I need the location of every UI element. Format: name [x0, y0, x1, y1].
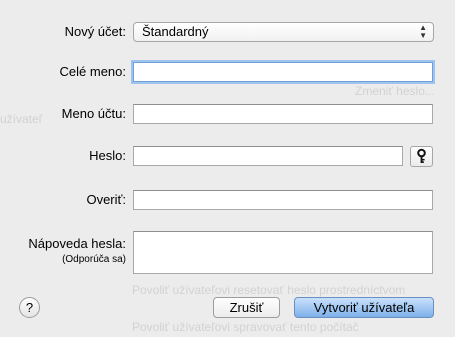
password-hint-sublabel: (Odporúča sa) — [62, 254, 126, 265]
password-hint-field[interactable] — [133, 231, 433, 274]
help-button[interactable]: ? — [19, 297, 40, 318]
create-user-button[interactable]: Vytvoriť užívateľa — [294, 297, 434, 318]
account-type-value: Štandardný — [142, 24, 209, 39]
background-allow-admin-text: Povoliť užívateľovi resetovať heslo pros… — [132, 283, 406, 297]
full-name-label: Celé meno: — [59, 64, 126, 79]
key-icon — [417, 148, 426, 163]
verify-label: Overiť: — [86, 192, 126, 207]
verify-field[interactable] — [133, 190, 433, 210]
account-type-label: Nový účet: — [64, 24, 126, 39]
select-arrows-icon: ▲ ▼ — [419, 23, 427, 40]
account-name-label: Meno účtu: — [61, 106, 126, 121]
cancel-button[interactable]: Zrušiť — [213, 297, 280, 318]
password-field[interactable] — [133, 146, 403, 166]
password-assistant-button[interactable] — [410, 146, 433, 167]
background-change-password-text: Zmeniť heslo... — [355, 84, 435, 98]
full-name-field[interactable] — [133, 62, 433, 82]
account-name-field[interactable] — [133, 104, 433, 124]
background-users-text: užívateľ — [0, 112, 43, 126]
account-type-select[interactable]: Štandardný ▲ ▼ — [133, 22, 434, 42]
password-label: Heslo: — [89, 148, 126, 163]
background-allow-manage-text: Povoliť užívateľovi spravovať tento počí… — [132, 320, 359, 334]
new-account-sheet: užívateľ Zmeniť heslo... Povoliť užívate… — [0, 0, 455, 337]
password-hint-label: Nápoveda hesla: — [28, 236, 126, 251]
